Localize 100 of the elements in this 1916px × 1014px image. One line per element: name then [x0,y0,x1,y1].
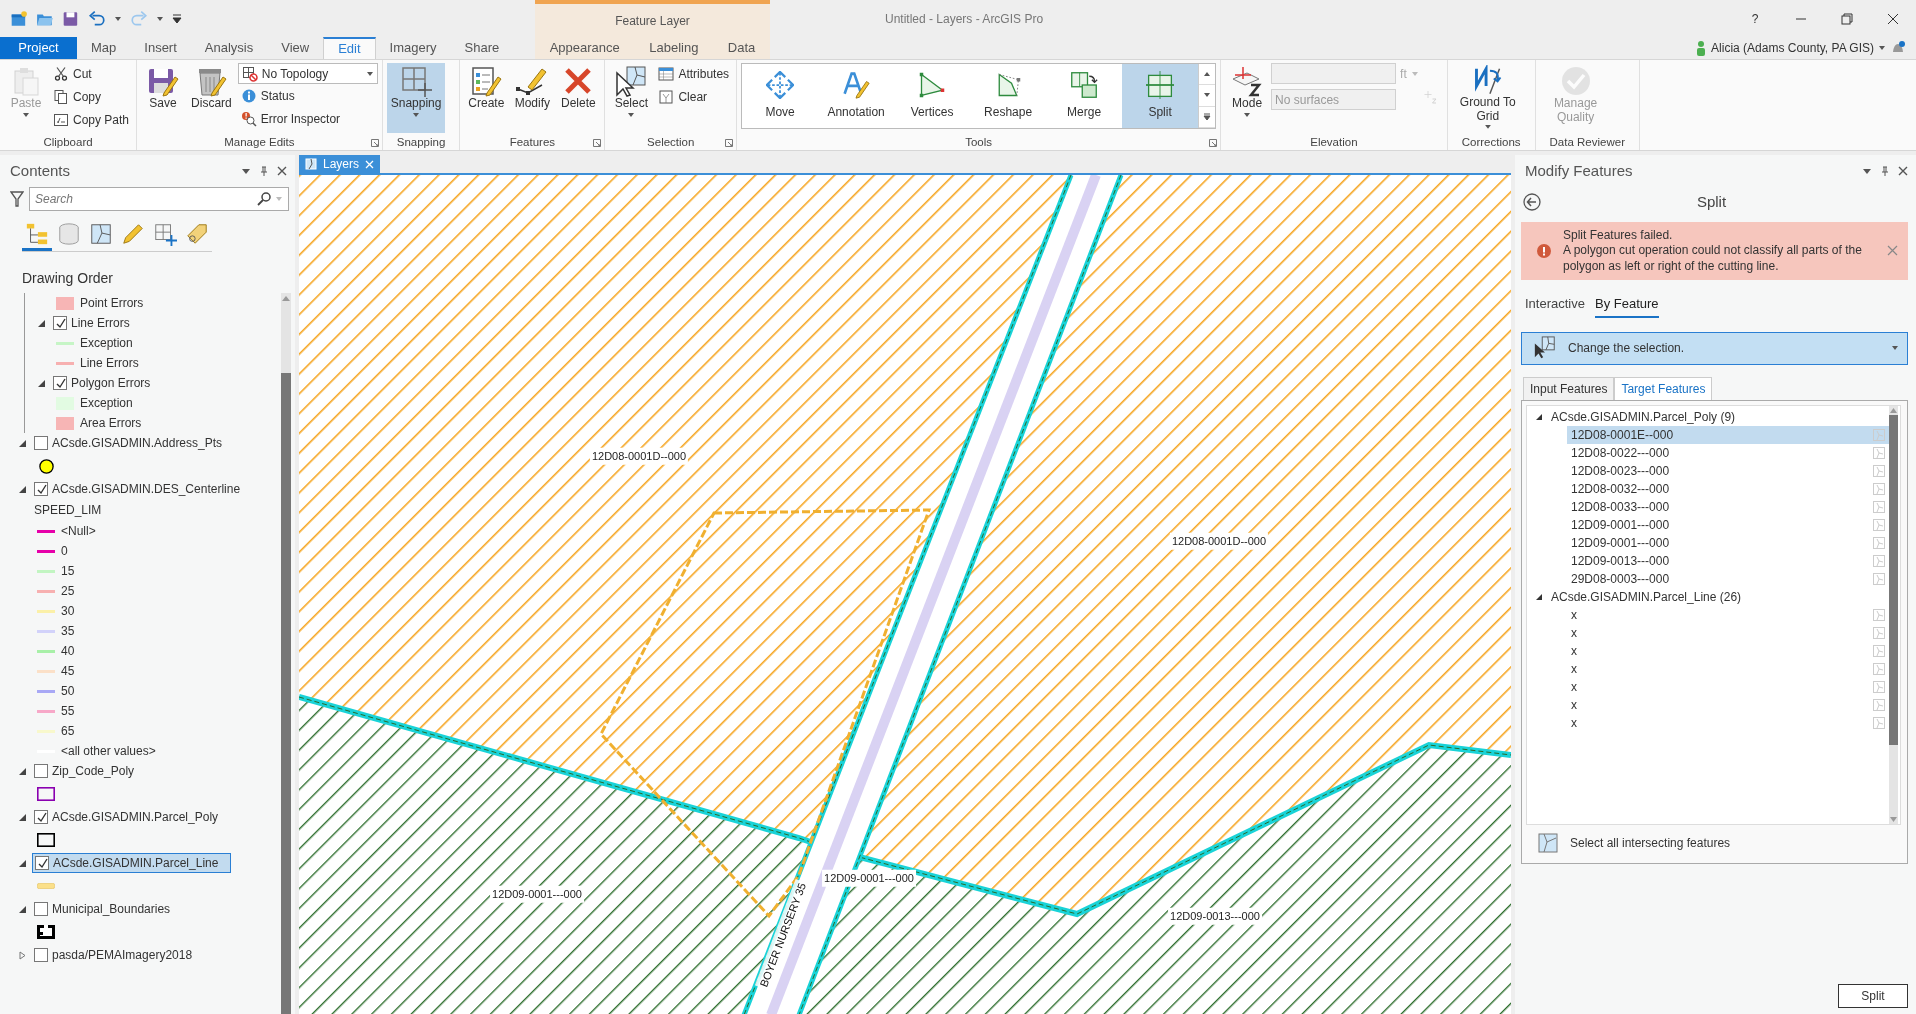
feature-row[interactable]: 12D09-0001---000 [1567,515,1889,534]
split-button[interactable]: Split [1838,984,1908,1008]
close-button[interactable] [1898,166,1908,176]
feature-row[interactable]: 12D08-0023---000 [1567,461,1889,480]
ribbon-button[interactable]: Modify [510,63,555,133]
ribbon-button[interactable]: Error Inspector [237,108,378,130]
feature-row[interactable]: 12D08-0001E--000 [1567,425,1889,444]
ribbon-button[interactable]: Select [609,63,654,133]
pin-button[interactable] [259,166,269,176]
layer-checkbox[interactable] [53,316,67,330]
ribbon-button[interactable]: Copy Path [50,109,133,131]
expanded-triangle-icon[interactable] [18,438,27,448]
layer-checkbox[interactable] [34,436,48,450]
feature-tab[interactable]: Input Features [1523,376,1615,400]
layer-name[interactable]: ACsde.GISADMIN.Address_Pts [52,434,223,452]
close-button[interactable] [277,166,287,176]
ribbon-tab[interactable]: Analysis [190,37,268,59]
selected-layer-highlight[interactable]: ACsde.GISADMIN.Parcel_Line [32,853,232,873]
layer-checkbox[interactable] [34,810,48,824]
user-name[interactable]: Alicia (Adams County, PA GIS) [1711,39,1874,57]
layer-checkbox[interactable] [34,764,48,778]
pane-menu-button[interactable] [241,166,251,176]
expanded-triangle-icon[interactable] [1535,592,1543,601]
ribbon-tab[interactable]: Labeling [635,37,713,59]
feature-row[interactable]: 12D08-0022---000 [1567,443,1889,462]
ribbon-button[interactable]: Create [464,63,509,133]
ribbon-button[interactable]: Mode [1225,63,1270,133]
layer-name[interactable]: Line Errors [71,314,130,332]
tool-button[interactable]: Split [1122,64,1199,128]
ribbon-button[interactable]: Copy [50,86,133,108]
layer-name[interactable]: Polygon Errors [71,374,151,392]
layer-checkbox[interactable] [34,948,48,962]
layer-group-name[interactable]: ACsde.GISADMIN.Parcel_Poly (9) [1551,407,1736,426]
feature-row[interactable]: x [1567,695,1889,714]
layer-name[interactable]: pasda/PEMAImagery2018 [52,946,193,964]
feature-row[interactable]: 12D09-0001---000 [1567,533,1889,552]
tool-button[interactable]: Merge [1046,64,1123,128]
select-all-button[interactable]: Select all intersecting features [1522,824,1747,863]
expanded-triangle-icon[interactable] [18,484,27,494]
tool-button[interactable]: Move [742,64,819,128]
ribbon-button[interactable]: Attributes [655,63,733,85]
ribbon-tab[interactable]: Data [713,37,770,59]
expanded-triangle-icon[interactable] [37,318,46,328]
tool-button[interactable]: Reshape [970,64,1047,128]
feature-row[interactable]: x [1567,623,1889,642]
pane-menu-button[interactable] [1862,166,1872,176]
ribbon-button[interactable]: Clear [655,86,733,108]
ribbon-button[interactable]: Save [141,63,186,133]
ribbon-button[interactable]: Discard [187,63,236,133]
expanded-triangle-icon[interactable] [1535,412,1543,421]
tool-button[interactable]: Annotation [818,64,895,128]
feature-row[interactable]: 29D08-0003---000 [1567,569,1889,588]
ribbon-tab[interactable]: Edit [323,37,376,59]
ribbon-tab[interactable]: Appearance [535,37,634,59]
feature-row[interactable]: x [1567,677,1889,696]
feature-row[interactable]: x [1567,605,1889,624]
feature-row[interactable]: 12D08-0032---000 [1567,479,1889,498]
feature-row[interactable]: x [1567,641,1889,660]
ribbon-button[interactable]: Status [237,85,378,107]
ribbon-tab[interactable]: Map [77,37,131,59]
expanded-triangle-icon[interactable] [18,766,27,776]
mode-tab[interactable]: Interactive [1525,294,1585,318]
tool-button[interactable]: Vertices [894,64,971,128]
feature-row[interactable]: 12D08-0033---000 [1567,497,1889,516]
pin-button[interactable] [1880,166,1890,176]
ribbon-button[interactable]: Cut [50,63,133,85]
dialog-launcher-icon[interactable] [593,139,602,147]
back-button[interactable] [1523,193,1541,212]
dialog-launcher-icon[interactable] [1209,139,1218,147]
scrollbar[interactable] [281,293,291,1014]
layer-checkbox[interactable] [34,902,48,916]
dismiss-button[interactable] [1887,245,1898,257]
feature-tab[interactable]: Target Features [1614,376,1713,400]
layer-group-name[interactable]: ACsde.GISADMIN.Parcel_Line (26) [1551,587,1742,606]
collapsed-triangle-icon[interactable] [18,950,27,960]
layer-checkbox[interactable] [53,376,67,390]
mode-tab[interactable]: By Feature [1595,294,1659,318]
ribbon-tab[interactable]: Share [450,37,514,59]
ribbon-tab[interactable]: Imagery [375,37,451,59]
help-button[interactable]: ? [1732,0,1778,37]
ribbon-button[interactable]: Ground To Grid [1451,63,1524,133]
dialog-launcher-icon[interactable] [725,139,734,147]
layer-checkbox[interactable] [34,482,48,496]
layer-name[interactable]: ACsde.GISADMIN.Parcel_Poly [52,808,219,826]
feature-row[interactable]: x [1567,659,1889,678]
expanded-triangle-icon[interactable] [18,858,27,868]
layer-name[interactable]: ACsde.GISADMIN.DES_Centerline [52,480,241,498]
feature-row[interactable]: 12D09-0013---000 [1567,551,1889,570]
ribbon-tab[interactable]: Project [0,37,77,59]
expanded-triangle-icon[interactable] [18,904,27,914]
layer-checkbox[interactable] [35,856,49,870]
dialog-launcher-icon[interactable] [370,139,379,147]
scrollbar[interactable] [1889,405,1898,824]
selection-dropdown[interactable]: Change the selection. [1521,331,1908,365]
topology-dropdown[interactable]: No Topology [237,63,378,84]
layer-name[interactable]: ACsde.GISADMIN.Parcel_Line [53,854,219,872]
layer-name[interactable]: Zip_Code_Poly [52,762,135,780]
ribbon-button[interactable]: Delete [556,63,601,133]
layer-name[interactable]: Municipal_Boundaries [52,900,171,918]
ribbon-button[interactable]: Snapping [386,63,446,133]
